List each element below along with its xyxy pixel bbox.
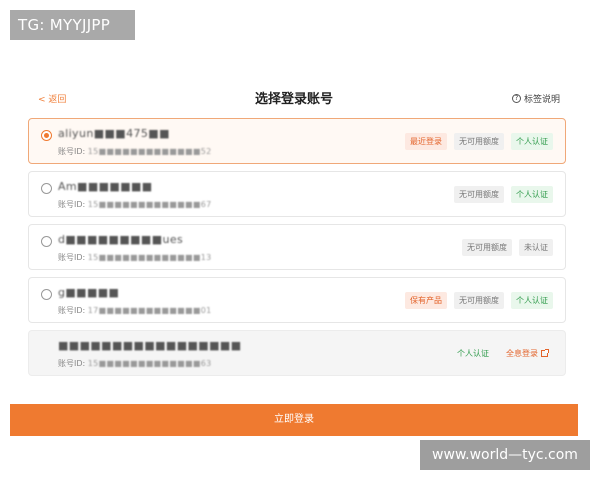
account-id: 账号ID: 15■■■■■■■■■■■■■67 xyxy=(58,199,212,210)
account-tags: 最近登录 无可用额度 个人认证 xyxy=(405,133,553,150)
account-id-label: 账号ID: xyxy=(58,253,86,262)
account-select-card: < 返回 选择登录账号 ? 标签说明 aliyun■■■475■■ 账号ID: … xyxy=(10,58,578,436)
account-id-label: 账号ID: xyxy=(58,200,86,209)
watermark-top-left: TG: MYYJJPP xyxy=(10,10,135,40)
account-tags: 个人认证 全息登录 xyxy=(452,345,553,362)
tag-no-quota: 无可用额度 xyxy=(462,239,512,256)
account-name: d■■■■■■■■■ues xyxy=(58,233,184,246)
holo-login-link[interactable]: 全息登录 xyxy=(501,345,553,362)
account-id-value: 15■■■■■■■■■■■■■63 xyxy=(87,359,212,368)
holo-login-label: 全息登录 xyxy=(506,349,538,358)
tag-no-quota: 无可用额度 xyxy=(454,186,504,203)
account-id-label: 账号ID: xyxy=(58,359,86,368)
tag-has-product: 保有产品 xyxy=(405,292,447,309)
tag-personal-verified: 个人认证 xyxy=(457,349,489,358)
account-name: Am■■■■■■■ xyxy=(58,180,153,193)
radio-button[interactable] xyxy=(41,183,52,194)
question-circle-icon: ? xyxy=(511,94,521,103)
external-link-icon xyxy=(541,349,549,357)
account-tags: 无可用额度 未认证 xyxy=(462,239,553,256)
tag-no-quota: 无可用额度 xyxy=(454,133,504,150)
account-tags: 无可用额度 个人认证 xyxy=(454,186,553,203)
tag-unverified: 未认证 xyxy=(519,239,553,256)
tag-help-label: 标签说明 xyxy=(523,95,560,105)
account-name: g■■■■■ xyxy=(58,286,120,299)
account-item[interactable]: g■■■■■ 账号ID: 17■■■■■■■■■■■■■01 保有产品 无可用额… xyxy=(28,277,566,323)
account-name: ■■■■■■■■■■■■■■■■■ xyxy=(58,339,242,352)
account-id-value: 15■■■■■■■■■■■■■67 xyxy=(87,200,212,209)
account-id-value: 15■■■■■■■■■■■■■13 xyxy=(87,253,212,262)
tag-personal-verified: 个人认证 xyxy=(511,133,553,150)
account-item[interactable]: d■■■■■■■■■ues 账号ID: 15■■■■■■■■■■■■■13 无可… xyxy=(28,224,566,270)
account-id: 账号ID: 15■■■■■■■■■■■■■13 xyxy=(58,252,212,263)
tag-help-link[interactable]: ? 标签说明 xyxy=(511,92,560,105)
login-now-button[interactable]: 立即登录 xyxy=(10,404,578,436)
radio-button[interactable] xyxy=(41,130,52,141)
account-item: ■■■■■■■■■■■■■■■■■ 账号ID: 15■■■■■■■■■■■■■6… xyxy=(28,330,566,376)
account-id: 账号ID: 15■■■■■■■■■■■■■52 xyxy=(58,146,212,157)
radio-button[interactable] xyxy=(41,289,52,300)
account-tags: 保有产品 无可用额度 个人认证 xyxy=(405,292,553,309)
account-id: 账号ID: 17■■■■■■■■■■■■■01 xyxy=(58,305,212,316)
tag-personal-verified: 个人认证 xyxy=(511,186,553,203)
page-title: 选择登录账号 xyxy=(254,92,333,107)
account-item[interactable]: Am■■■■■■■ 账号ID: 15■■■■■■■■■■■■■67 无可用额度 … xyxy=(28,171,566,217)
account-id-value: 17■■■■■■■■■■■■■01 xyxy=(87,306,212,315)
account-id-label: 账号ID: xyxy=(58,147,86,156)
account-id-label: 账号ID: xyxy=(58,306,86,315)
account-id: 账号ID: 15■■■■■■■■■■■■■63 xyxy=(58,358,212,369)
tag-no-quota: 无可用额度 xyxy=(454,292,504,309)
tag-personal-verified: 个人认证 xyxy=(511,292,553,309)
tag-recent-login: 最近登录 xyxy=(405,133,447,150)
watermark-bottom-right: www.world—tyc.com xyxy=(420,440,590,470)
radio-button[interactable] xyxy=(41,236,52,247)
account-item[interactable]: aliyun■■■475■■ 账号ID: 15■■■■■■■■■■■■■52 最… xyxy=(28,118,566,164)
account-id-value: 15■■■■■■■■■■■■■52 xyxy=(87,147,212,156)
account-name: aliyun■■■475■■ xyxy=(58,127,170,140)
